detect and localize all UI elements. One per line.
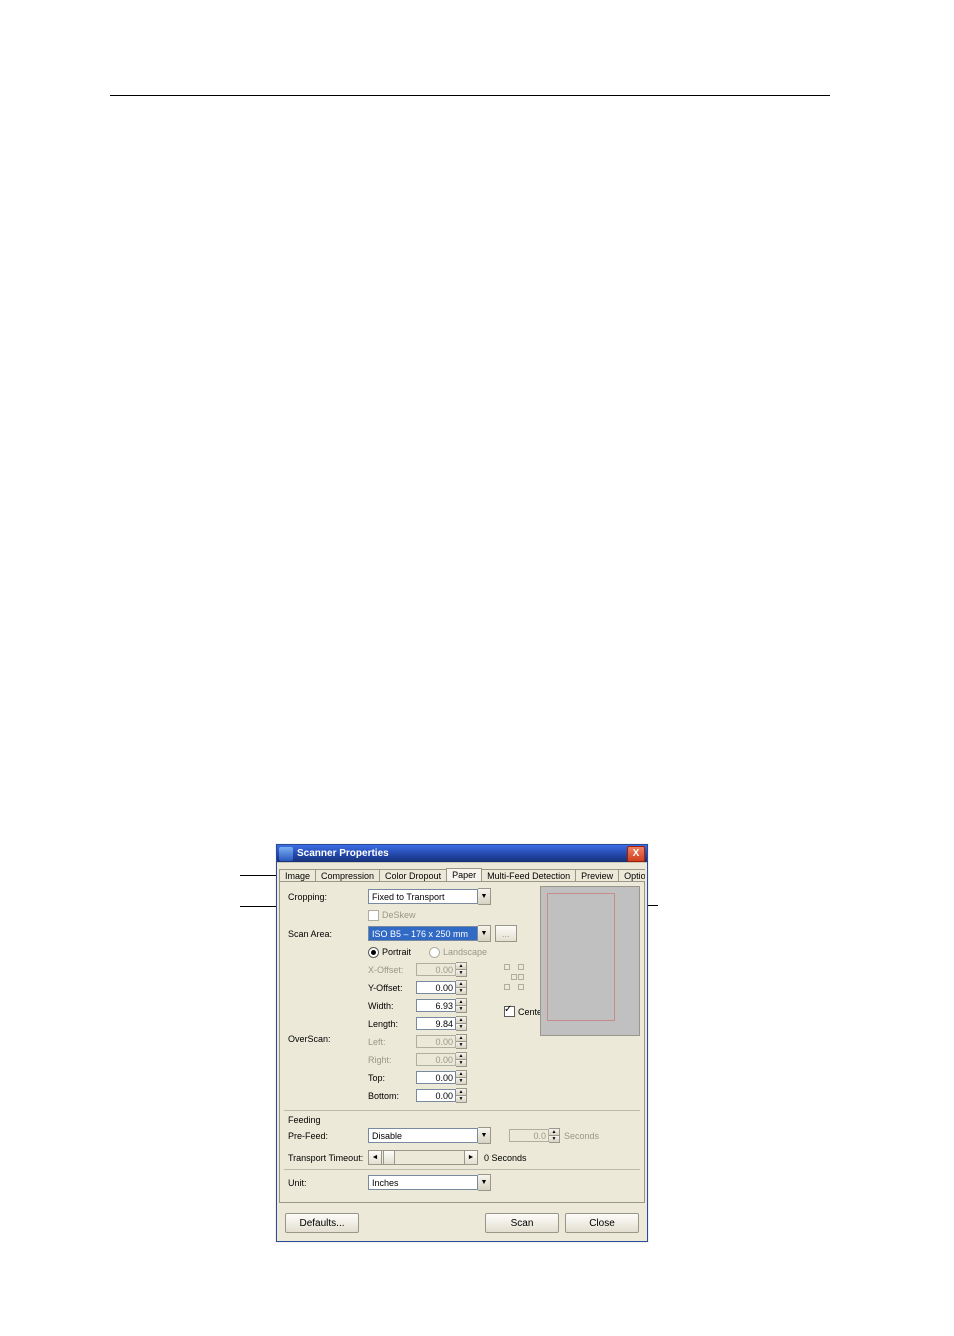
chevron-left-icon: ◄ (368, 1150, 382, 1165)
tab-paper[interactable]: Paper (446, 868, 482, 881)
chevron-down-icon[interactable]: ▼ (478, 888, 491, 905)
preview-crop-outline[interactable] (547, 893, 615, 1021)
deskew-checkbox: DeSkew (368, 910, 416, 921)
overscan-top-stepper[interactable]: ▲▼ (416, 1070, 467, 1085)
prefeed-label: Pre-Feed: (288, 1131, 368, 1141)
cropping-label: Cropping: (288, 892, 368, 902)
app-icon (279, 847, 293, 861)
timeout-slider[interactable]: ◄ ► (368, 1150, 478, 1165)
tab-multifeed[interactable]: Multi-Feed Detection (481, 869, 576, 881)
title-bar[interactable]: Scanner Properties X (277, 845, 647, 862)
length-stepper[interactable]: ▲▼ (416, 1016, 467, 1031)
window-title: Scanner Properties (297, 848, 627, 859)
close-icon[interactable]: X (627, 846, 645, 862)
scan-area-select[interactable]: ISO B5 – 176 x 250 mm ▼ (368, 925, 491, 942)
tab-image[interactable]: Image (279, 869, 316, 881)
size-handle (504, 964, 526, 986)
prefeed-select[interactable]: Disable ▼ (368, 1127, 491, 1144)
chevron-right-icon: ► (464, 1150, 478, 1165)
chevron-down-icon[interactable]: ▼ (478, 1127, 491, 1144)
width-stepper[interactable]: ▲▼ (416, 998, 467, 1013)
scan-area-label: Scan Area: (288, 929, 368, 939)
prefeed-seconds-stepper: ▲▼ (509, 1128, 560, 1143)
timeout-label: Transport Timeout: (288, 1153, 368, 1163)
chevron-down-icon[interactable]: ▼ (478, 925, 491, 942)
center-checkbox[interactable]: Center (504, 1006, 545, 1017)
landscape-radio: Landscape (429, 947, 487, 958)
tab-compression[interactable]: Compression (315, 869, 380, 881)
overscan-label: OverScan: (288, 1034, 368, 1106)
scan-button[interactable]: Scan (485, 1213, 559, 1233)
tab-preview[interactable]: Preview (575, 869, 619, 881)
portrait-radio[interactable]: Portrait (368, 947, 411, 958)
unit-select[interactable]: Inches ▼ (368, 1174, 491, 1191)
cropping-select[interactable]: Fixed to Transport ▼ (368, 888, 491, 905)
chevron-down-icon[interactable]: ▼ (478, 1174, 491, 1191)
overscan-right-stepper: ▲▼ (416, 1052, 467, 1067)
defaults-button[interactable]: Defaults... (285, 1213, 359, 1233)
unit-label: Unit: (288, 1178, 368, 1188)
feeding-group-label: Feeding (288, 1115, 636, 1125)
scanner-properties-dialog: Scanner Properties X Image Compression C… (276, 844, 648, 1242)
x-offset-stepper: ▲▼ (416, 962, 467, 977)
scan-area-browse-button: ... (495, 925, 517, 942)
tab-strip: Image Compression Color Dropout Paper Mu… (279, 865, 645, 881)
y-offset-stepper[interactable]: ▲▼ (416, 980, 467, 995)
preview-pane (540, 886, 640, 1036)
close-button[interactable]: Close (565, 1213, 639, 1233)
overscan-left-stepper: ▲▼ (416, 1034, 467, 1049)
tab-color-dropout[interactable]: Color Dropout (379, 869, 447, 881)
tab-options[interactable]: Options (618, 869, 645, 881)
overscan-bottom-stepper[interactable]: ▲▼ (416, 1088, 467, 1103)
